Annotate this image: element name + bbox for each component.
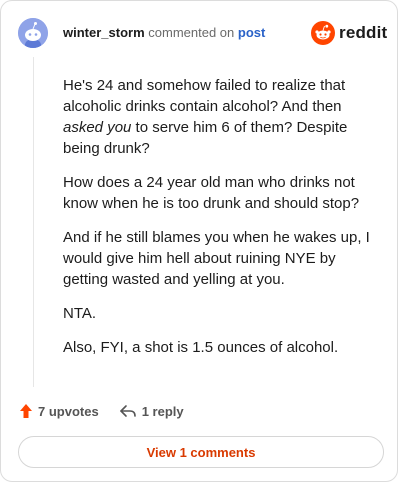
reply-button[interactable]: 1 reply xyxy=(119,404,184,419)
reddit-alien-icon xyxy=(311,21,335,45)
user-avatar[interactable] xyxy=(18,18,48,48)
comment-card: winter_storm commented on post reddit He… xyxy=(0,0,398,482)
comment-paragraph-5: Also, FYI, a shot is 1.5 ounces of alcoh… xyxy=(63,339,339,356)
reply-count: 1 reply xyxy=(141,403,184,419)
comment-paragraph-3: And if he still blames you when he wakes… xyxy=(63,229,370,288)
reply-arrow-icon xyxy=(119,405,136,417)
post-link[interactable]: post xyxy=(238,25,265,40)
username[interactable]: winter_storm xyxy=(63,25,145,40)
view-comments-button[interactable]: View 1 comments xyxy=(18,436,384,468)
upvote-button[interactable]: 7 upvotes xyxy=(19,403,99,419)
snoo-avatar-icon xyxy=(18,18,48,48)
comment-paragraph-4: NTA. xyxy=(63,305,97,322)
upvote-count: 7 upvotes xyxy=(38,403,99,419)
comment-paragraph-1: He's 24 and somehow failed to realize th… xyxy=(63,77,348,157)
action-text: commented on xyxy=(148,25,235,40)
comment-actions: 7 upvotes 1 reply xyxy=(19,403,184,419)
emphasized-text: asked you xyxy=(63,119,132,136)
comment-body: He's 24 and somehow failed to realize th… xyxy=(63,75,381,371)
reddit-logo[interactable]: reddit xyxy=(311,21,387,45)
thread-line[interactable] xyxy=(33,57,34,387)
upvote-arrow-icon xyxy=(20,404,32,418)
comment-paragraph-2: How does a 24 year old man who drinks no… xyxy=(63,174,360,212)
comment-header: winter_storm commented on post xyxy=(63,25,265,41)
reddit-wordmark: reddit xyxy=(339,23,388,42)
